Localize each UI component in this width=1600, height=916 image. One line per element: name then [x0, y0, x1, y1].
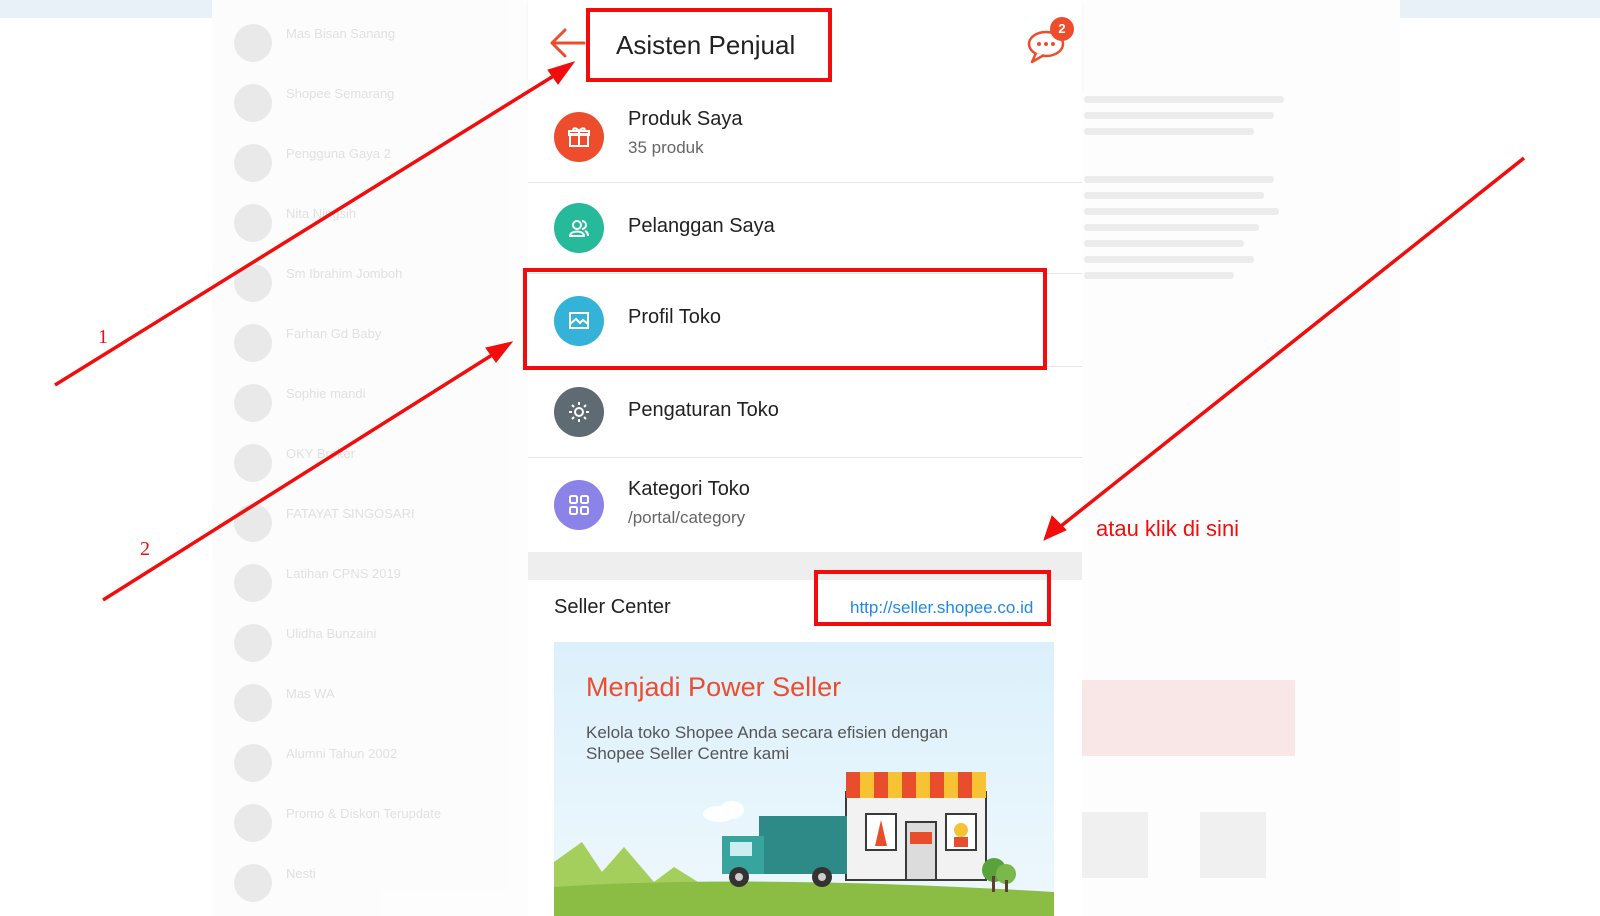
arrow-3-head [1043, 515, 1067, 541]
arrow-1-head [547, 61, 576, 85]
annotation-arrows [54, 61, 1526, 602]
arrow-1-line [54, 70, 561, 387]
step-1-label: 1 [98, 326, 108, 348]
arrow-2-line [102, 348, 501, 602]
arrow-3-line [1054, 156, 1526, 532]
step-2-label: 2 [140, 538, 150, 560]
alternative-hint-label: atau klik di sini [1096, 516, 1240, 541]
arrow-2-head [485, 341, 514, 363]
